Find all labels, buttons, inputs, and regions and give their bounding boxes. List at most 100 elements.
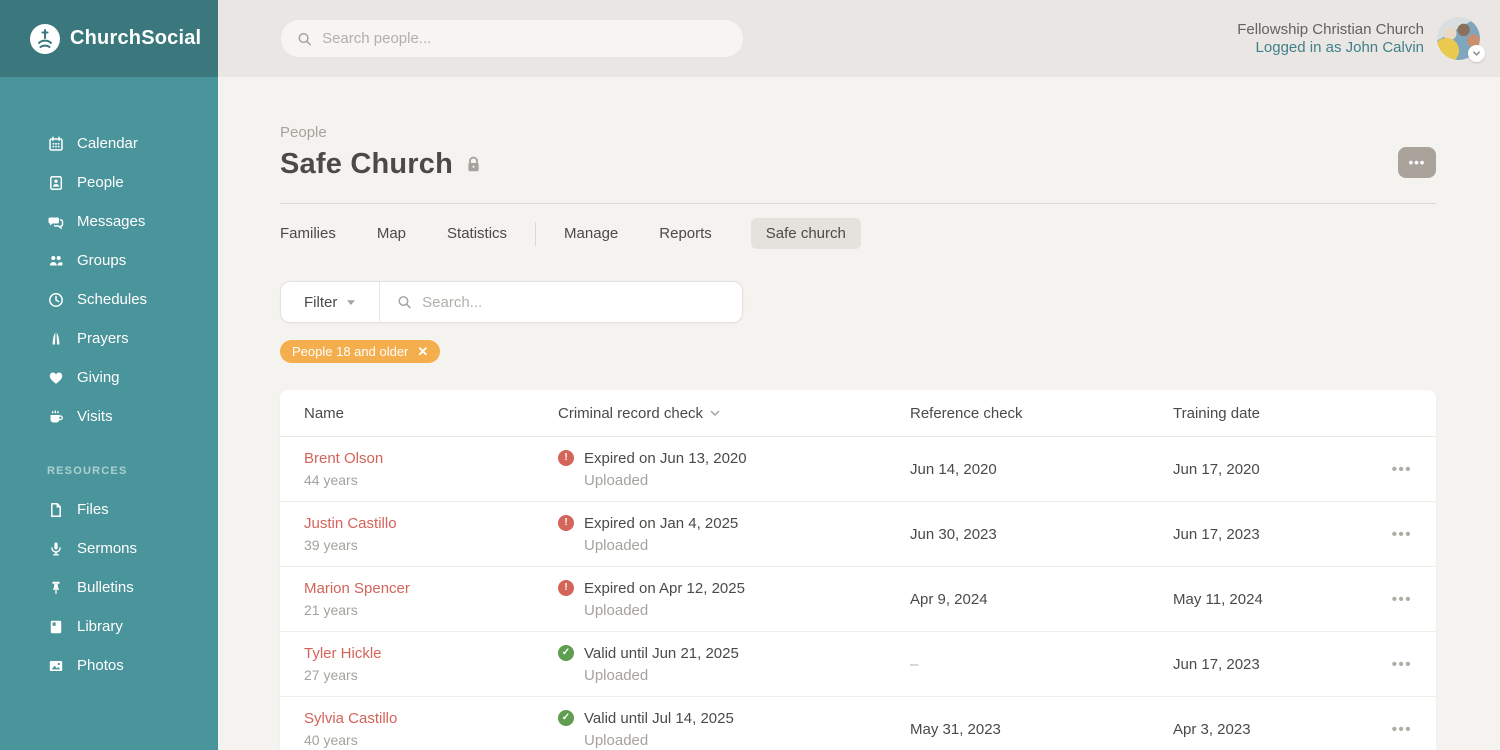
table-body: Brent Olson 44 years ! Expired on Jun 13… [280,437,1436,750]
tab-group-divider [535,222,536,246]
crc-uploaded-text: Uploaded [584,472,910,489]
sidebar-item-label: Groups [77,252,126,269]
column-header-reference: Reference check [910,405,1173,422]
remove-filter-icon[interactable]: ✕ [417,345,428,358]
heart-icon [47,369,64,386]
sidebar-item-label: Library [77,618,123,635]
tab-families[interactable]: Families [280,218,336,249]
tab-map[interactable]: Map [377,218,406,249]
clock-icon [47,291,64,308]
sidebar-item-files[interactable]: Files [47,490,218,529]
pin-icon [47,579,64,596]
training-date: May 11, 2024 [1173,591,1380,608]
row-actions-button[interactable]: ••• [1392,526,1412,543]
chevron-down-icon[interactable] [1468,45,1485,62]
crc-uploaded-text: Uploaded [584,667,910,684]
sidebar-item-label: Photos [77,657,124,674]
sidebar-item-visits[interactable]: Visits [47,397,218,436]
book-icon [47,618,64,635]
sidebar-item-messages[interactable]: Messages [47,202,218,241]
account-menu[interactable]: Fellowship Christian Church Logged in as… [1237,17,1480,60]
sidebar-item-giving[interactable]: Giving [47,358,218,397]
row-actions-button[interactable]: ••• [1392,656,1412,673]
training-date: Jun 17, 2023 [1173,656,1380,673]
column-header-training: Training date [1173,405,1380,422]
person-age: 21 years [304,602,558,618]
sidebar-item-bulletins[interactable]: Bulletins [47,568,218,607]
person-age: 44 years [304,472,558,488]
table-header-row: Name Criminal record check Reference che… [280,390,1436,437]
search-icon [397,294,412,310]
microphone-icon [47,540,64,557]
training-date: Jun 17, 2023 [1173,526,1380,543]
sidebar-item-label: Visits [77,408,113,425]
brand-home-link[interactable]: ChurchSocial [0,0,218,77]
person-name-link[interactable]: Brent Olson [304,450,558,467]
page-actions-button[interactable]: ••• [1398,147,1436,178]
expired-alert-icon: ! [558,450,574,466]
calendar-icon [47,135,64,152]
sidebar-item-label: Files [77,501,109,518]
sidebar-item-label: Calendar [77,135,138,152]
avatar[interactable] [1437,17,1480,60]
column-header-crc[interactable]: Criminal record check [558,405,910,422]
person-name-link[interactable]: Marion Spencer [304,580,558,597]
filter-dropdown-button[interactable]: Filter [281,282,380,322]
sidebar-item-people[interactable]: People [47,163,218,202]
crc-uploaded-text: Uploaded [584,537,910,554]
safe-church-table: Name Criminal record check Reference che… [280,390,1436,750]
reference-check-date: Jun 30, 2023 [910,526,1173,543]
sidebar-item-label: Prayers [77,330,129,347]
row-actions-button[interactable]: ••• [1392,721,1412,738]
sidebar-item-label: Messages [77,213,145,230]
table-row: Brent Olson 44 years ! Expired on Jun 13… [280,437,1436,502]
sidebar-item-prayers[interactable]: Prayers [47,319,218,358]
tab-manage[interactable]: Manage [564,218,618,249]
sidebar-item-photos[interactable]: Photos [47,646,218,685]
tab-reports[interactable]: Reports [659,218,712,249]
sidebar-item-sermons[interactable]: Sermons [47,529,218,568]
file-icon [47,501,64,518]
table-search-input[interactable] [422,294,725,311]
org-name: Fellowship Christian Church [1237,21,1424,39]
search-icon [297,31,312,47]
table-row: Tyler Hickle 27 years ✓ Valid until Jun … [280,632,1436,697]
sidebar-item-library[interactable]: Library [47,607,218,646]
reference-check-date: Apr 9, 2024 [910,591,1173,608]
people-icon [47,174,64,191]
training-date: Apr 3, 2023 [1173,721,1380,738]
sidebar-item-label: People [77,174,124,191]
logged-in-as[interactable]: Logged in as John Calvin [1237,39,1424,57]
crc-status-text: Expired on Apr 12, 2025 [584,580,745,597]
tab-safe-church[interactable]: Safe church [751,218,861,249]
person-name-link[interactable]: Tyler Hickle [304,645,558,662]
valid-check-icon: ✓ [558,710,574,726]
reference-check-date: May 31, 2023 [910,721,1173,738]
valid-check-icon: ✓ [558,645,574,661]
global-search[interactable] [281,20,743,57]
sidebar-item-groups[interactable]: Groups [47,241,218,280]
praying-hands-icon [47,330,64,347]
person-name-link[interactable]: Justin Castillo [304,515,558,532]
sidebar: ChurchSocial Calendar People Messages [0,0,218,750]
expired-alert-icon: ! [558,515,574,531]
sidebar-item-schedules[interactable]: Schedules [47,280,218,319]
table-search[interactable] [380,294,742,311]
crc-status-text: Valid until Jul 14, 2025 [584,710,734,727]
training-date: Jun 17, 2020 [1173,461,1380,478]
crc-status-text: Expired on Jun 13, 2020 [584,450,747,467]
tab-statistics[interactable]: Statistics [447,218,507,249]
reference-check-date: – [910,656,1173,673]
page-head: People Safe Church ••• [280,124,1436,204]
global-search-input[interactable] [322,30,727,47]
row-actions-button[interactable]: ••• [1392,591,1412,608]
sidebar-item-calendar[interactable]: Calendar [47,124,218,163]
photo-icon [47,657,64,674]
head-divider [280,203,1436,204]
coffee-cup-icon [47,408,64,425]
person-name-link[interactable]: Sylvia Castillo [304,710,558,727]
row-actions-button[interactable]: ••• [1392,461,1412,478]
sidebar-item-label: Giving [77,369,120,386]
filter-tag[interactable]: People 18 and older ✕ [280,340,440,363]
resources-heading: RESOURCES [47,451,218,490]
